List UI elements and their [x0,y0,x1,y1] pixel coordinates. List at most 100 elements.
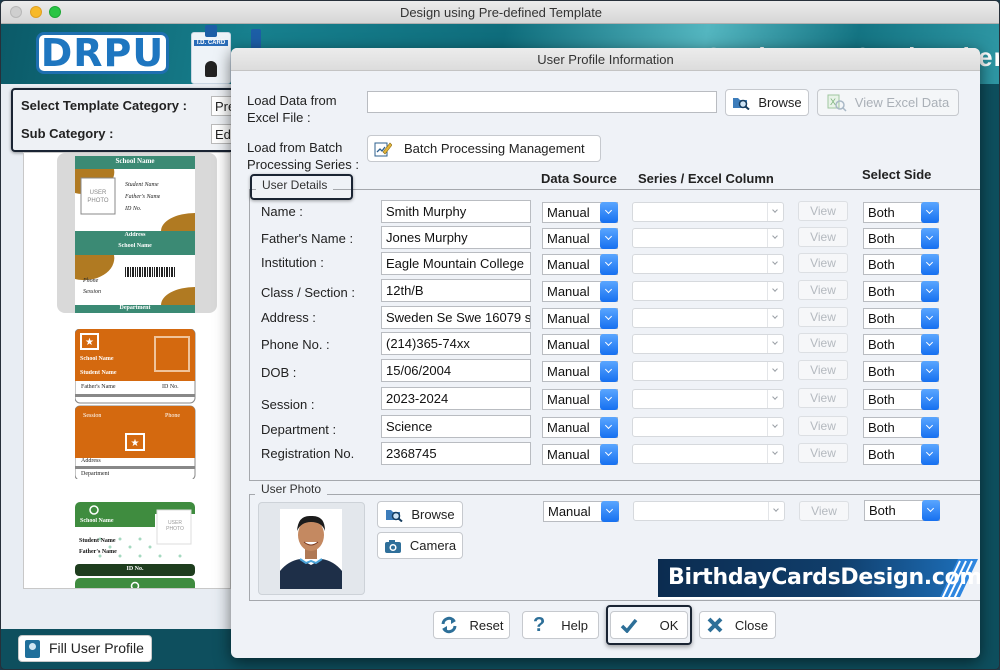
select-side-select[interactable]: Both [863,389,939,410]
series-column-combo[interactable] [632,228,784,248]
data-source-select[interactable]: Manual [542,308,618,329]
user-photo-image [280,509,342,589]
series-column-combo[interactable] [632,417,784,437]
ok-button[interactable]: OK [610,611,688,639]
photo-browse-label: Browse [411,507,455,522]
dialog-title: User Profile Information [231,48,980,71]
view-button[interactable]: View [798,333,848,353]
photo-data-source-select[interactable]: Manual [543,501,619,522]
data-source-header: Data Source [541,171,617,186]
select-side-header: Select Side [862,167,932,182]
series-column-combo[interactable] [632,334,784,354]
chevron-down-icon [921,281,939,302]
photo-browse-button[interactable]: Browse [377,501,463,528]
camera-label: Camera [409,538,457,553]
field-label: Department : [261,422,337,437]
field-value-input[interactable]: 2023-2024 [381,387,531,410]
chevron-down-icon [600,281,618,302]
template-item-selected[interactable]: School Name USER PHOTO Student Name Fath… [57,153,217,313]
close-x-icon [707,617,723,633]
field-value-input[interactable]: Science [381,415,531,438]
select-side-select[interactable]: Both [863,417,939,438]
batch-edit-icon [374,142,392,156]
view-excel-data-button[interactable]: X View Excel Data [817,89,959,116]
data-source-select[interactable]: Manual [542,444,618,465]
help-button[interactable]: ? Help [522,611,599,639]
field-label: Class / Section : [261,285,355,300]
camera-button[interactable]: Camera [377,532,463,559]
field-value-input[interactable]: (214)365-74xx [381,332,531,355]
select-side-select[interactable]: Both [863,202,939,223]
view-button[interactable]: View [798,388,848,408]
view-button[interactable]: View [798,443,848,463]
field-label: Session : [261,397,315,412]
batch-processing-button[interactable]: Batch Processing Management [367,135,601,162]
data-source-select[interactable]: Manual [542,417,618,438]
view-button[interactable]: View [798,360,848,380]
field-value-input[interactable]: Sweden Se Swe 16079 s [381,306,531,329]
excel-file-path-input[interactable] [367,91,717,113]
t1-back-fields: Phone Session [83,278,101,295]
field-label: DOB : [261,365,297,380]
select-side-select[interactable]: Both [863,254,939,275]
t2-session: Session [83,413,102,419]
template-category-label: Select Template Category : [21,98,187,113]
select-side-select[interactable]: Both [863,281,939,302]
select-side-select[interactable]: Both [863,228,939,249]
series-column-combo[interactable] [632,444,784,464]
field-value-input[interactable]: 2368745 [381,442,531,465]
photo-view-button[interactable]: View [799,501,849,521]
field-value-input[interactable]: 15/06/2004 [381,359,531,382]
template-2-preview: ★ ★ [75,329,196,479]
chevron-down-icon [600,444,618,465]
window-minimize-button[interactable] [30,6,42,18]
view-button[interactable]: View [798,280,848,300]
select-side-select[interactable]: Both [863,334,939,355]
data-source-select[interactable]: Manual [542,202,618,223]
t3-photo-placeholder: USER PHOTO [166,520,184,532]
window-close-button[interactable] [10,6,22,18]
window-maximize-button[interactable] [49,6,61,18]
t3-fields: Student Name Father's Name [79,538,117,555]
chevron-down-icon [921,308,939,329]
field-value-input[interactable]: Jones Murphy [381,226,531,249]
select-side-select[interactable]: Both [863,444,939,465]
reset-button[interactable]: Reset [433,611,510,639]
select-side-select[interactable]: Both [863,308,939,329]
view-button[interactable]: View [798,416,848,436]
series-column-combo[interactable] [632,202,784,222]
id-card-icon: I.D. CARD [191,25,231,84]
data-source-select[interactable]: Manual [542,389,618,410]
view-button[interactable]: View [798,253,848,273]
fill-user-profile-button[interactable]: Fill User Profile [18,635,152,662]
user-details-title: User Details [256,178,334,192]
chevron-down-icon [921,334,939,355]
view-button[interactable]: View [798,201,848,221]
series-column-combo[interactable] [632,281,784,301]
data-source-select[interactable]: Manual [542,281,618,302]
select-side-select[interactable]: Both [863,361,939,382]
view-button[interactable]: View [798,227,848,247]
drpu-logo: DRPU [36,32,169,74]
field-value-input[interactable]: Smith Murphy [381,200,531,223]
data-source-select[interactable]: Manual [542,361,618,382]
field-value-input[interactable]: Eagle Mountain College [381,252,531,275]
field-value-input[interactable]: 12th/B [381,279,531,302]
photo-select-side[interactable]: Both [864,500,940,521]
excel-browse-button[interactable]: Browse [725,89,809,116]
chevron-down-icon [767,255,783,273]
template-item[interactable]: School Name USER PHOTO Student Name Fath… [75,502,196,588]
template-item[interactable]: ★ ★ School Name Student Name Father's Na… [75,329,196,479]
data-source-select[interactable]: Manual [542,334,618,355]
series-column-combo[interactable] [632,389,784,409]
view-button[interactable]: View [798,307,848,327]
series-column-combo[interactable] [632,254,784,274]
data-source-select[interactable]: Manual [542,228,618,249]
close-button[interactable]: Close [699,611,776,639]
chevron-down-icon [600,202,618,223]
chevron-down-icon [600,308,618,329]
photo-series-combo[interactable] [633,501,785,521]
series-column-combo[interactable] [632,308,784,328]
data-source-select[interactable]: Manual [542,254,618,275]
series-column-combo[interactable] [632,361,784,381]
